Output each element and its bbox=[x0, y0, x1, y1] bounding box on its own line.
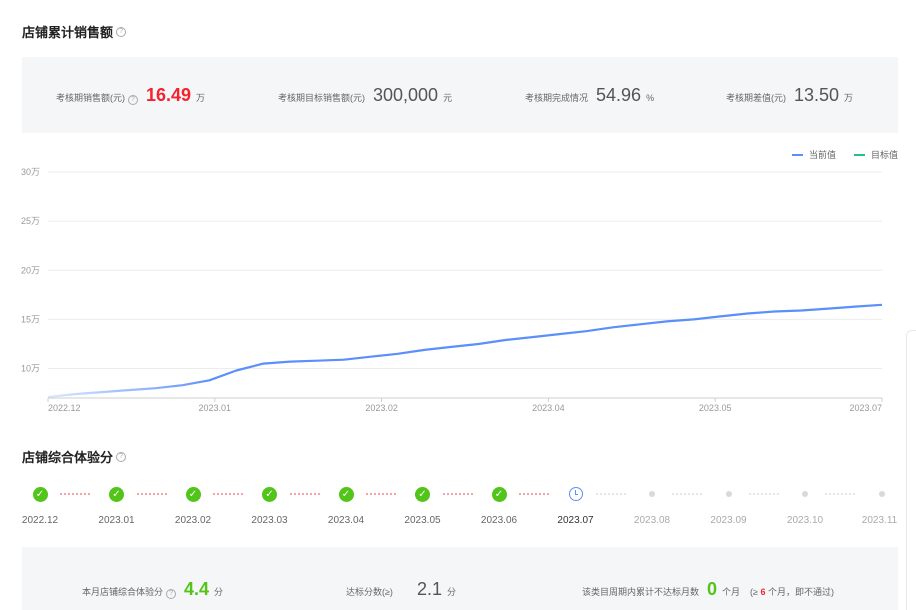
check-icon: ✓ bbox=[262, 486, 278, 502]
y-tick-label: 10万 bbox=[21, 364, 40, 374]
stat-value: 4.4 bbox=[184, 579, 210, 599]
timeline-month-label: 2022.12 bbox=[21, 515, 59, 526]
check-circle: ✓ bbox=[185, 486, 201, 502]
x-tick-label: 2023.01 bbox=[199, 403, 232, 413]
sales-section-title: 店铺累计销售额 ? bbox=[22, 22, 127, 41]
timeline-month-label: 2023.04 bbox=[327, 515, 365, 526]
check-circle: ✓ bbox=[491, 486, 507, 502]
timeline-month-label: 2023.05 bbox=[404, 515, 441, 526]
timeline-month-label: 2023.08 bbox=[633, 515, 671, 526]
timeline-connector bbox=[289, 493, 320, 495]
timeline-month-label: 2023.02 bbox=[174, 515, 212, 526]
pending-dot-icon bbox=[797, 486, 813, 502]
x-tick-label: 2023.04 bbox=[532, 403, 565, 413]
stat-value: 2.1 bbox=[416, 579, 442, 599]
help-icon[interactable]: ? bbox=[128, 95, 138, 105]
check-icon: ✓ bbox=[109, 486, 125, 502]
stat-value: 0 bbox=[707, 579, 718, 599]
timeline-connector bbox=[442, 493, 473, 495]
timeline-connector bbox=[213, 493, 243, 495]
check-circle: ✓ bbox=[262, 486, 277, 502]
stat-period-sales: 考核期销售额(元) ? 16.49 万 bbox=[56, 85, 206, 105]
stat-value: 16.49 bbox=[146, 85, 192, 105]
timeline-month-label: 2023.09 bbox=[710, 515, 747, 526]
side-panel-edge bbox=[906, 330, 916, 610]
series-line-current bbox=[47, 303, 883, 399]
failure-rule-note: (≥ 6 个月，即不通过) bbox=[750, 587, 835, 597]
check-icon: ✓ bbox=[185, 486, 201, 502]
sales-stats-panel: 考核期销售额(元) ? 16.49 万 考核期目标销售额(元) 300,000 … bbox=[22, 57, 898, 133]
dot bbox=[802, 491, 808, 497]
timeline-month-label: 2023.03 bbox=[251, 515, 288, 526]
timeline-month-label: 2023.10 bbox=[786, 515, 824, 526]
check-circle: ✓ bbox=[109, 486, 124, 502]
experience-timeline: ✓ 2022.12 ✓ 2023.01 ✓ 2023.02 ✓ 2023.03 ✓ 2023.04… bbox=[0, 480, 916, 530]
stat-standard-score: 达标分数(≥) 2.1 分 bbox=[346, 579, 456, 599]
stat-target-sales: 考核期目标销售额(元) 300,000 元 bbox=[278, 85, 453, 105]
timeline-month-label: 2023.11 bbox=[861, 515, 898, 526]
pending-dot-icon bbox=[721, 486, 737, 502]
help-icon[interactable]: ? bbox=[166, 589, 177, 599]
timeline-month-label: 2023.07 bbox=[557, 515, 594, 526]
stat-monthly-score: 本月店铺综合体验分 ? 4.4 分 bbox=[82, 579, 224, 599]
clock-face bbox=[568, 487, 583, 501]
experience-stats-panel: 本月店铺综合体验分 ? 4.4 分 达标分数(≥) 2.1 分 该类目周期内累计… bbox=[22, 547, 898, 610]
help-icon[interactable]: ? bbox=[116, 451, 127, 462]
check-icon: ✓ bbox=[32, 486, 48, 502]
check-circle: ✓ bbox=[415, 486, 430, 502]
stat-value: 300,000 bbox=[373, 85, 439, 105]
stat-value: 54.96 bbox=[596, 85, 642, 105]
sales-line-chart: 10万 15万 20万 25万 30万 2022.12 2023.01 2023.02 2023… bbox=[21, 167, 883, 413]
pending-dot-icon bbox=[644, 486, 660, 502]
experience-section-title: 店铺综合体验分 ? bbox=[22, 447, 127, 466]
timeline-connector bbox=[748, 493, 779, 495]
stat-completion: 考核期完成情况 54.96 % bbox=[525, 85, 655, 105]
clock-icon bbox=[568, 486, 584, 502]
dot bbox=[649, 491, 655, 497]
y-tick-label: 30万 bbox=[21, 167, 40, 177]
timeline-month-label: 2023.06 bbox=[480, 515, 518, 526]
timeline-connector bbox=[519, 493, 549, 495]
timeline-month-label: 2023.01 bbox=[98, 515, 135, 526]
check-circle: ✓ bbox=[338, 486, 354, 502]
check-icon: ✓ bbox=[415, 486, 431, 502]
stat-value: 13.50 bbox=[794, 85, 840, 105]
dot bbox=[878, 491, 885, 497]
x-tick-label: 2022.12 bbox=[48, 403, 81, 413]
timeline-connector bbox=[366, 493, 396, 495]
check-icon: ✓ bbox=[338, 486, 354, 502]
stat-difference: 考核期差值(元) 13.50 万 bbox=[726, 85, 854, 105]
dot bbox=[725, 491, 732, 497]
timeline-connector bbox=[595, 493, 626, 495]
help-icon[interactable]: ? bbox=[116, 26, 127, 37]
x-tick-label: 2023.07 bbox=[849, 403, 882, 413]
stat-failed-months: 该类目周期内累计不达标月数 0 个月 (≥ 6 个月，即不通过) bbox=[582, 579, 835, 599]
check-icon: ✓ bbox=[491, 486, 507, 502]
check-circle: ✓ bbox=[32, 486, 48, 502]
pending-dot-icon bbox=[874, 486, 890, 502]
timeline-connector bbox=[825, 493, 855, 495]
y-tick-label: 15万 bbox=[21, 314, 40, 324]
y-tick-label: 25万 bbox=[21, 216, 40, 226]
timeline-connector bbox=[672, 493, 702, 495]
y-tick-label: 20万 bbox=[21, 265, 40, 275]
x-tick-label: 2023.05 bbox=[699, 403, 732, 413]
timeline-connector bbox=[136, 493, 167, 495]
timeline-connector bbox=[60, 493, 90, 495]
x-tick-label: 2023.02 bbox=[365, 403, 398, 413]
